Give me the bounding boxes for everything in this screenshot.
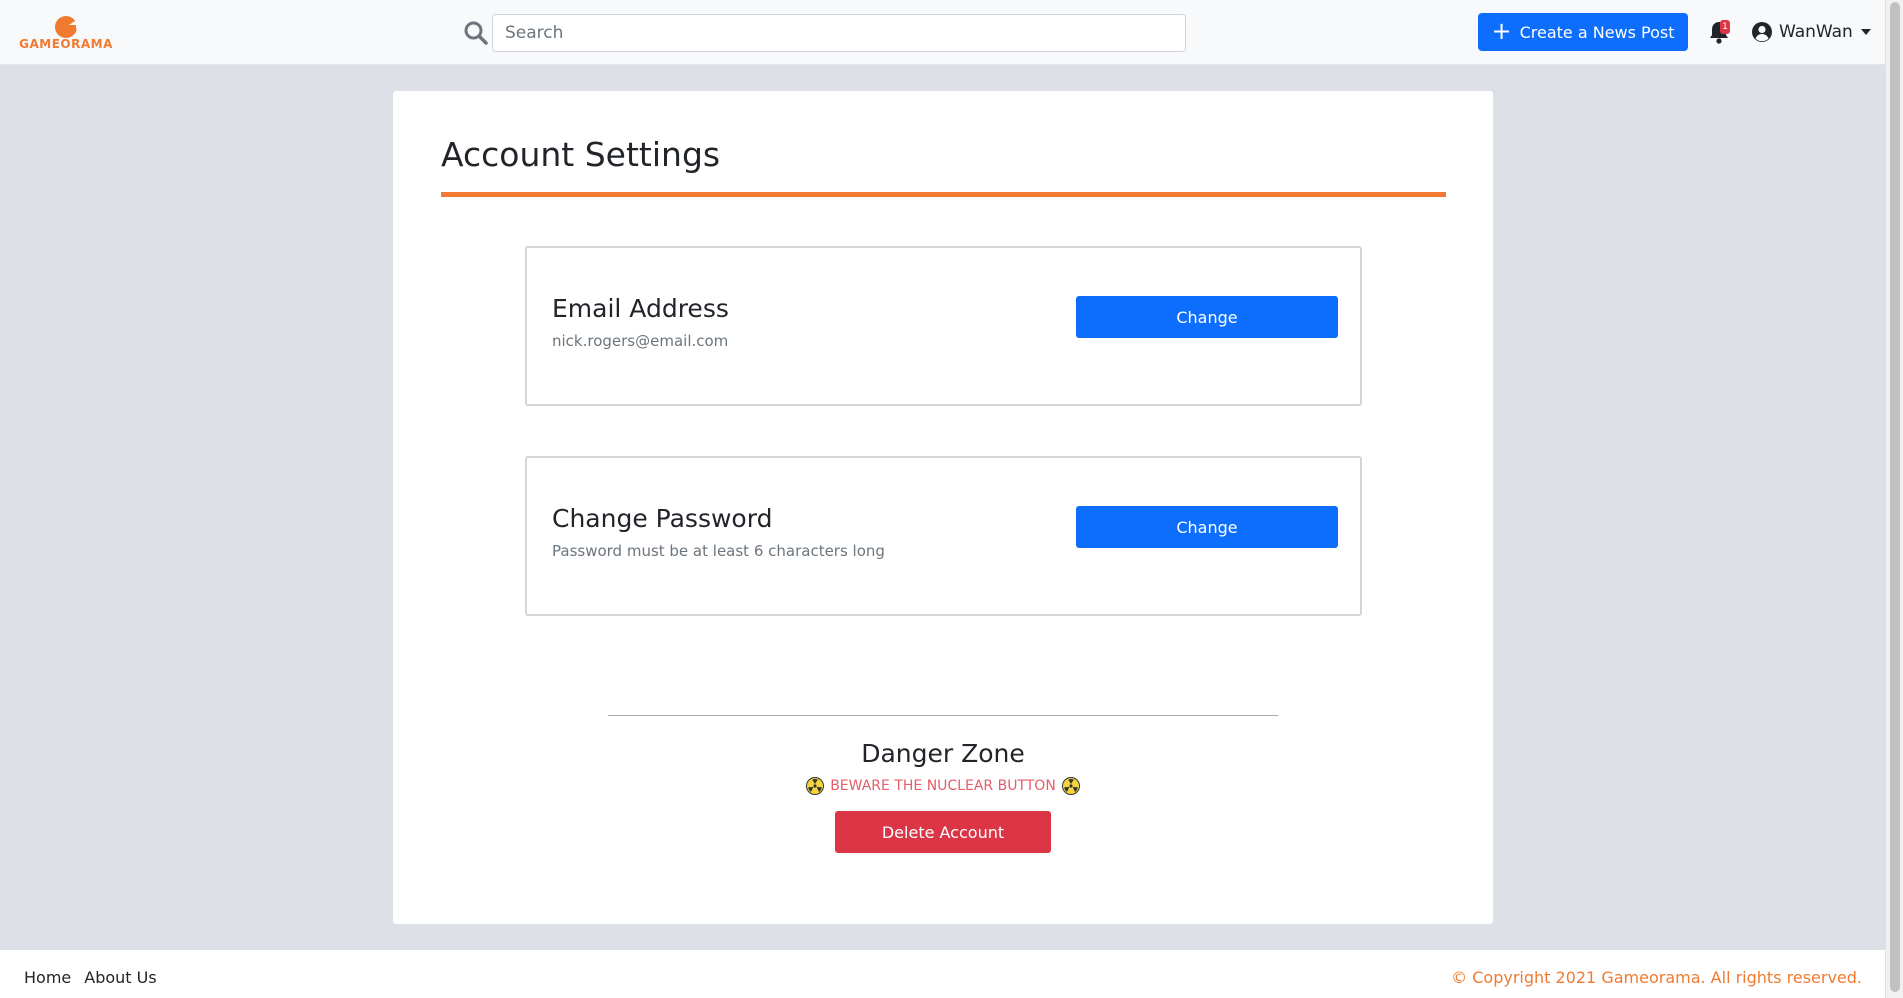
email-heading: Email Address (552, 294, 729, 323)
page-title: Account Settings (441, 135, 721, 174)
plus-icon: + (1491, 17, 1512, 45)
danger-zone-divider (608, 715, 1278, 716)
email-setting-box: Email Address nick.rogers@email.com Chan… (525, 246, 1362, 406)
search-icon[interactable] (463, 20, 489, 46)
chevron-down-icon (1860, 29, 1871, 35)
password-setting-box: Change Password Password must be at leas… (525, 456, 1362, 616)
password-hint: Password must be at least 6 characters l… (552, 542, 885, 560)
logo-icon (55, 16, 78, 38)
create-news-post-button[interactable]: + Create a News Post (1478, 13, 1688, 51)
password-heading: Change Password (552, 504, 773, 533)
user-menu-dropdown[interactable]: WanWan (1751, 18, 1871, 46)
title-underline (441, 192, 1446, 197)
scrollbar-thumb[interactable] (1890, 2, 1900, 992)
account-settings-card: Account Settings Email Address nick.roge… (393, 91, 1493, 924)
radioactive-icon (1061, 777, 1080, 795)
notification-count-badge: 1 (1720, 20, 1730, 34)
page-footer: Home About Us © Copyright 2021 Gameorama… (0, 950, 1885, 998)
vertical-scrollbar[interactable] (1885, 0, 1903, 998)
footer-link-home[interactable]: Home (24, 968, 71, 987)
email-value: nick.rogers@email.com (552, 332, 729, 350)
logo-wordmark: GAMEORAMA (19, 37, 113, 51)
footer-link-about-us[interactable]: About Us (84, 968, 156, 987)
copyright-text: © Copyright 2021 Gameorama. All rights r… (1451, 968, 1862, 987)
create-news-post-label: Create a News Post (1519, 22, 1675, 42)
delete-account-button[interactable]: Delete Account (835, 811, 1051, 853)
user-avatar-icon (1752, 22, 1772, 42)
danger-zone-title: Danger Zone (861, 739, 1025, 768)
change-password-button[interactable]: Change (1076, 506, 1338, 548)
danger-warning-text: BEWARE THE NUCLEAR BUTTON (830, 778, 1056, 794)
change-email-button[interactable]: Change (1076, 296, 1338, 338)
username: WanWan (1779, 22, 1853, 42)
top-navbar: GAMEORAMA + Create a News Post 1 WanWan (0, 0, 1885, 65)
footer-links: Home About Us (24, 968, 157, 987)
gameorama-logo[interactable]: GAMEORAMA (18, 13, 114, 55)
danger-zone-warning: BEWARE THE NUCLEAR BUTTON (393, 777, 1493, 795)
search-input[interactable] (492, 14, 1186, 52)
radioactive-icon (806, 777, 825, 795)
